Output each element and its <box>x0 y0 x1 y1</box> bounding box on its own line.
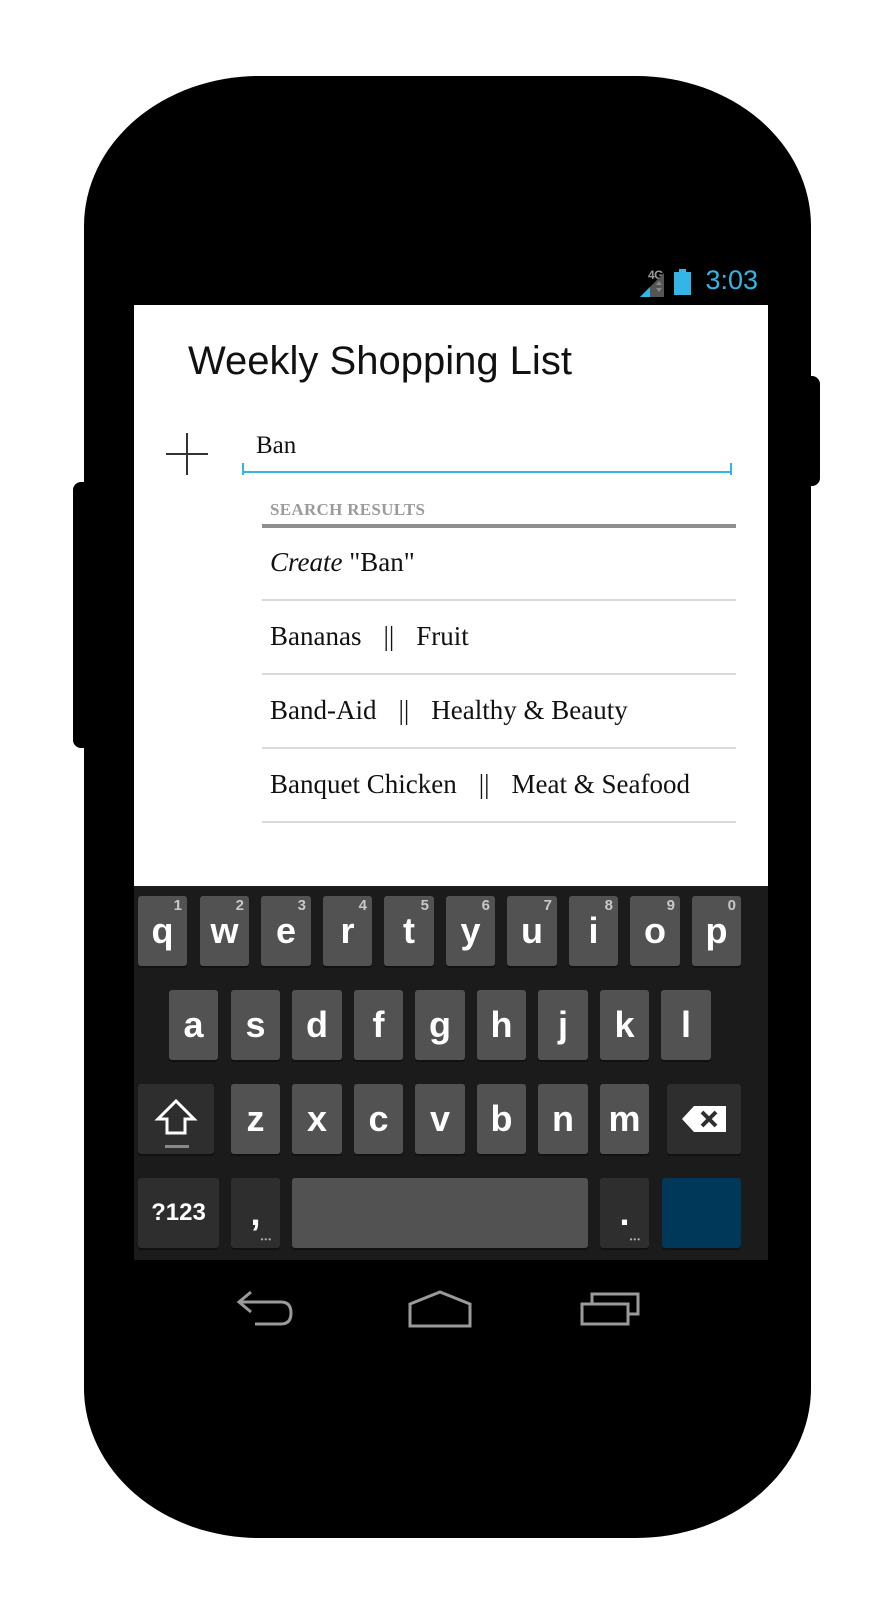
key-x[interactable]: x <box>292 1084 342 1154</box>
soft-keyboard: q1 w2 e3 r4 t5 y6 u7 i8 o9 p0 a s d f g … <box>134 886 768 1260</box>
status-bar: 4G 3:03 <box>134 259 768 305</box>
key-q[interactable]: q1 <box>138 896 187 966</box>
result-text: Band-Aid || Healthy & Beauty <box>270 695 628 726</box>
create-prefix: Create <box>270 547 343 577</box>
key-v[interactable]: v <box>415 1084 465 1154</box>
key-h[interactable]: h <box>477 990 526 1060</box>
add-item-icon[interactable] <box>166 433 208 475</box>
screen: 4G 3:03 Weekly Shopping List SEARCH RESU… <box>134 259 768 1374</box>
key-d[interactable]: d <box>292 990 342 1060</box>
result-category: Meat & Seafood <box>511 769 690 799</box>
symbols-key[interactable]: ?123 <box>138 1178 219 1248</box>
result-text: Banquet Chicken || Meat & Seafood <box>270 769 690 800</box>
key-i[interactable]: i8 <box>569 896 618 966</box>
result-separator: || <box>383 621 395 651</box>
page-title: Weekly Shopping List <box>188 339 572 383</box>
key-y[interactable]: y6 <box>446 896 495 966</box>
caps-indicator <box>165 1145 189 1148</box>
search-input[interactable] <box>242 421 732 473</box>
key-e[interactable]: e3 <box>261 896 311 966</box>
recent-apps-icon[interactable] <box>572 1282 652 1338</box>
period-key[interactable]: . ••• <box>600 1178 649 1248</box>
input-underline-right-tick <box>730 463 732 475</box>
key-m[interactable]: m <box>600 1084 649 1154</box>
key-k[interactable]: k <box>600 990 649 1060</box>
result-separator: || <box>398 695 410 725</box>
input-underline-left-tick <box>242 463 244 475</box>
status-clock: 3:03 <box>705 265 758 295</box>
search-results-list: Create "Ban" Bananas || Fruit Band-Aid || He… <box>262 527 736 823</box>
result-name: Bananas <box>270 621 362 651</box>
shift-arrow-icon <box>154 1098 198 1135</box>
back-icon[interactable] <box>229 1282 309 1338</box>
key-b[interactable]: b <box>477 1084 526 1154</box>
enter-key[interactable] <box>662 1178 741 1248</box>
result-category: Healthy & Beauty <box>431 695 628 725</box>
key-l[interactable]: l <box>661 990 711 1060</box>
power-button <box>796 376 820 486</box>
key-s[interactable]: s <box>231 990 280 1060</box>
search-results-header: SEARCH RESULTS <box>262 492 736 528</box>
result-name: Band-Aid <box>270 695 377 725</box>
create-item-text: Create "Ban" <box>270 547 415 578</box>
key-n[interactable]: n <box>538 1084 588 1154</box>
key-z[interactable]: z <box>231 1084 280 1154</box>
key-f[interactable]: f <box>354 990 403 1060</box>
list-item-result[interactable]: Bananas || Fruit <box>262 601 736 675</box>
backspace-key[interactable] <box>667 1084 741 1154</box>
key-r[interactable]: r4 <box>323 896 372 966</box>
result-text: Bananas || Fruit <box>270 621 469 652</box>
key-t[interactable]: t5 <box>384 896 434 966</box>
create-value: "Ban" <box>349 547 415 577</box>
battery-icon <box>674 269 691 295</box>
key-u[interactable]: u7 <box>507 896 557 966</box>
key-o[interactable]: o9 <box>630 896 680 966</box>
key-p[interactable]: p0 <box>692 896 741 966</box>
create-item-option[interactable]: Create "Ban" <box>262 527 736 601</box>
space-bar[interactable] <box>292 1178 588 1248</box>
result-separator: || <box>478 769 490 799</box>
volume-button <box>73 482 97 748</box>
home-icon[interactable] <box>400 1282 480 1338</box>
list-item-result[interactable]: Banquet Chicken || Meat & Seafood <box>262 749 736 823</box>
search-results-label: SEARCH RESULTS <box>270 500 426 519</box>
result-category: Fruit <box>416 621 469 651</box>
comma-key[interactable]: , ••• <box>231 1178 280 1248</box>
backspace-icon <box>682 1106 726 1132</box>
key-a[interactable]: a <box>169 990 218 1060</box>
key-w[interactable]: w2 <box>200 896 249 966</box>
key-j[interactable]: j <box>538 990 588 1060</box>
result-name: Banquet Chicken <box>270 769 457 799</box>
key-g[interactable]: g <box>415 990 465 1060</box>
navigation-bar <box>134 1260 768 1374</box>
app-content: Weekly Shopping List SEARCH RESULTS Crea… <box>134 305 768 915</box>
shift-key[interactable] <box>138 1084 214 1154</box>
key-c[interactable]: c <box>354 1084 403 1154</box>
signal-icon <box>640 273 664 297</box>
list-item-result[interactable]: Band-Aid || Healthy & Beauty <box>262 675 736 749</box>
